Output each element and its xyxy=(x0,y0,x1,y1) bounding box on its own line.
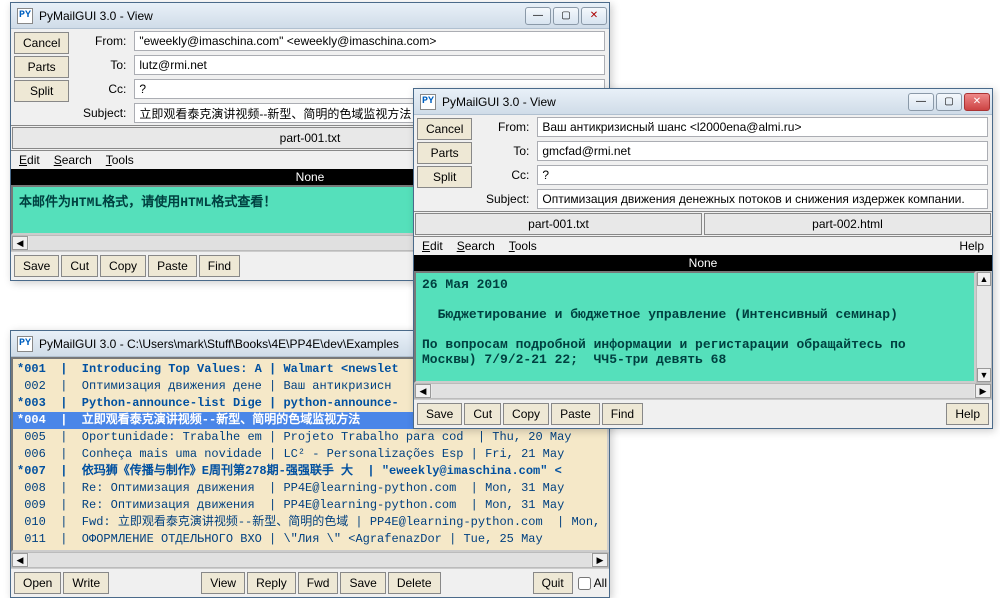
list-row[interactable]: *007 | 依玛狮《传播与制作》E周刊第278期-强强联手 大 | "ewee… xyxy=(13,463,607,480)
all-checkbox[interactable]: All xyxy=(578,571,607,595)
all-checkbox-label: All xyxy=(594,576,607,590)
delete-button[interactable]: Delete xyxy=(388,572,441,594)
to-field[interactable] xyxy=(537,141,988,161)
menu-edit[interactable]: Edit xyxy=(422,239,443,253)
app-icon: PY xyxy=(17,336,33,352)
app-icon: PY xyxy=(17,8,33,24)
split-button[interactable]: Split xyxy=(417,166,472,188)
help-button[interactable]: Help xyxy=(946,403,989,425)
all-checkbox-input[interactable] xyxy=(578,577,591,590)
find-button[interactable]: Find xyxy=(199,255,240,277)
save-button[interactable]: Save xyxy=(14,255,59,277)
cancel-button[interactable]: Cancel xyxy=(417,118,472,140)
titlebar[interactable]: PY PyMailGUI 3.0 - View — ▢ ✕ xyxy=(414,89,992,115)
subject-field[interactable] xyxy=(537,189,988,209)
menu-help[interactable]: Help xyxy=(959,239,984,253)
scroll-left-icon[interactable]: ◀ xyxy=(415,384,431,398)
from-label: From: xyxy=(76,34,130,48)
cc-label: Cc: xyxy=(479,168,533,182)
cc-field[interactable] xyxy=(537,165,988,185)
from-field[interactable] xyxy=(537,117,988,137)
list-row[interactable]: 006 | Conheça mais uma novidade | LC² - … xyxy=(13,446,607,463)
parts-button[interactable]: Parts xyxy=(14,56,69,78)
open-button[interactable]: Open xyxy=(14,572,61,594)
list-row[interactable]: 009 | Re: Оптимизация движения | PP4E@le… xyxy=(13,497,607,514)
reply-button[interactable]: Reply xyxy=(247,572,296,594)
list-row[interactable]: 008 | Re: Оптимизация движения | PP4E@le… xyxy=(13,480,607,497)
cut-button[interactable]: Cut xyxy=(61,255,98,277)
view-window-2: PY PyMailGUI 3.0 - View — ▢ ✕ Cancel Par… xyxy=(413,88,993,429)
split-button[interactable]: Split xyxy=(14,80,69,102)
menu-edit[interactable]: Edit xyxy=(19,153,40,167)
from-field[interactable] xyxy=(134,31,605,51)
subject-label: Subject: xyxy=(76,106,130,120)
scroll-down-icon[interactable]: ▼ xyxy=(977,368,991,382)
titlebar[interactable]: PY PyMailGUI 3.0 - View — ▢ ✕ xyxy=(11,3,609,29)
to-field[interactable] xyxy=(134,55,605,75)
scroll-up-icon[interactable]: ▲ xyxy=(977,272,991,286)
menu-tools[interactable]: Tools xyxy=(509,239,537,253)
list-row[interactable]: 005 | Oportunidade: Trabalhe em | Projet… xyxy=(13,429,607,446)
status-bar: None xyxy=(414,255,992,271)
scroll-left-icon[interactable]: ◀ xyxy=(12,553,28,567)
cancel-button[interactable]: Cancel xyxy=(14,32,69,54)
scroll-left-icon[interactable]: ◀ xyxy=(12,236,28,250)
close-button[interactable]: ✕ xyxy=(964,93,990,111)
menu-search[interactable]: Search xyxy=(457,239,495,253)
to-label: To: xyxy=(76,58,130,72)
paste-button[interactable]: Paste xyxy=(551,403,600,425)
minimize-button[interactable]: — xyxy=(908,93,934,111)
list-row[interactable]: 010 | Fwd: 立即观看泰克演讲视频--新型、简明的色域 | PP4E@l… xyxy=(13,514,607,531)
minimize-button[interactable]: — xyxy=(525,7,551,25)
part-button-1[interactable]: part-001.txt xyxy=(415,213,702,235)
save-button[interactable]: Save xyxy=(340,572,385,594)
part-button-2[interactable]: part-002.html xyxy=(704,213,991,235)
copy-button[interactable]: Copy xyxy=(100,255,146,277)
to-label: To: xyxy=(479,144,533,158)
parts-button[interactable]: Parts xyxy=(417,142,472,164)
find-button[interactable]: Find xyxy=(602,403,643,425)
scroll-right-icon[interactable]: ▶ xyxy=(592,553,608,567)
app-icon: PY xyxy=(420,94,436,110)
menu-search[interactable]: Search xyxy=(54,153,92,167)
view-button[interactable]: View xyxy=(201,572,245,594)
window-title: PyMailGUI 3.0 - View xyxy=(39,9,525,23)
save-button[interactable]: Save xyxy=(417,403,462,425)
window-title: PyMailGUI 3.0 - View xyxy=(442,95,908,109)
scroll-right-icon[interactable]: ▶ xyxy=(975,384,991,398)
copy-button[interactable]: Copy xyxy=(503,403,549,425)
menu-tools[interactable]: Tools xyxy=(106,153,134,167)
quit-button[interactable]: Quit xyxy=(533,572,573,594)
list-row[interactable]: 011 | ОФОРМЛЕНИЕ ОТДЕЛЬНОГО ВХО | \"Лия … xyxy=(13,531,607,548)
vertical-scrollbar[interactable]: ▲ ▼ xyxy=(976,271,992,383)
message-body[interactable]: 26 Мая 2010 Бюджетирование и бюджетное у… xyxy=(414,271,976,383)
maximize-button[interactable]: ▢ xyxy=(553,7,579,25)
horizontal-scrollbar[interactable]: ◀ ▶ xyxy=(414,383,992,399)
from-label: From: xyxy=(479,120,533,134)
write-button[interactable]: Write xyxy=(63,572,109,594)
maximize-button[interactable]: ▢ xyxy=(936,93,962,111)
horizontal-scrollbar[interactable]: ◀ ▶ xyxy=(11,552,609,568)
fwd-button[interactable]: Fwd xyxy=(298,572,339,594)
cut-button[interactable]: Cut xyxy=(464,403,501,425)
cc-label: Cc: xyxy=(76,82,130,96)
close-button[interactable]: ✕ xyxy=(581,7,607,25)
paste-button[interactable]: Paste xyxy=(148,255,197,277)
subject-label: Subject: xyxy=(479,192,533,206)
